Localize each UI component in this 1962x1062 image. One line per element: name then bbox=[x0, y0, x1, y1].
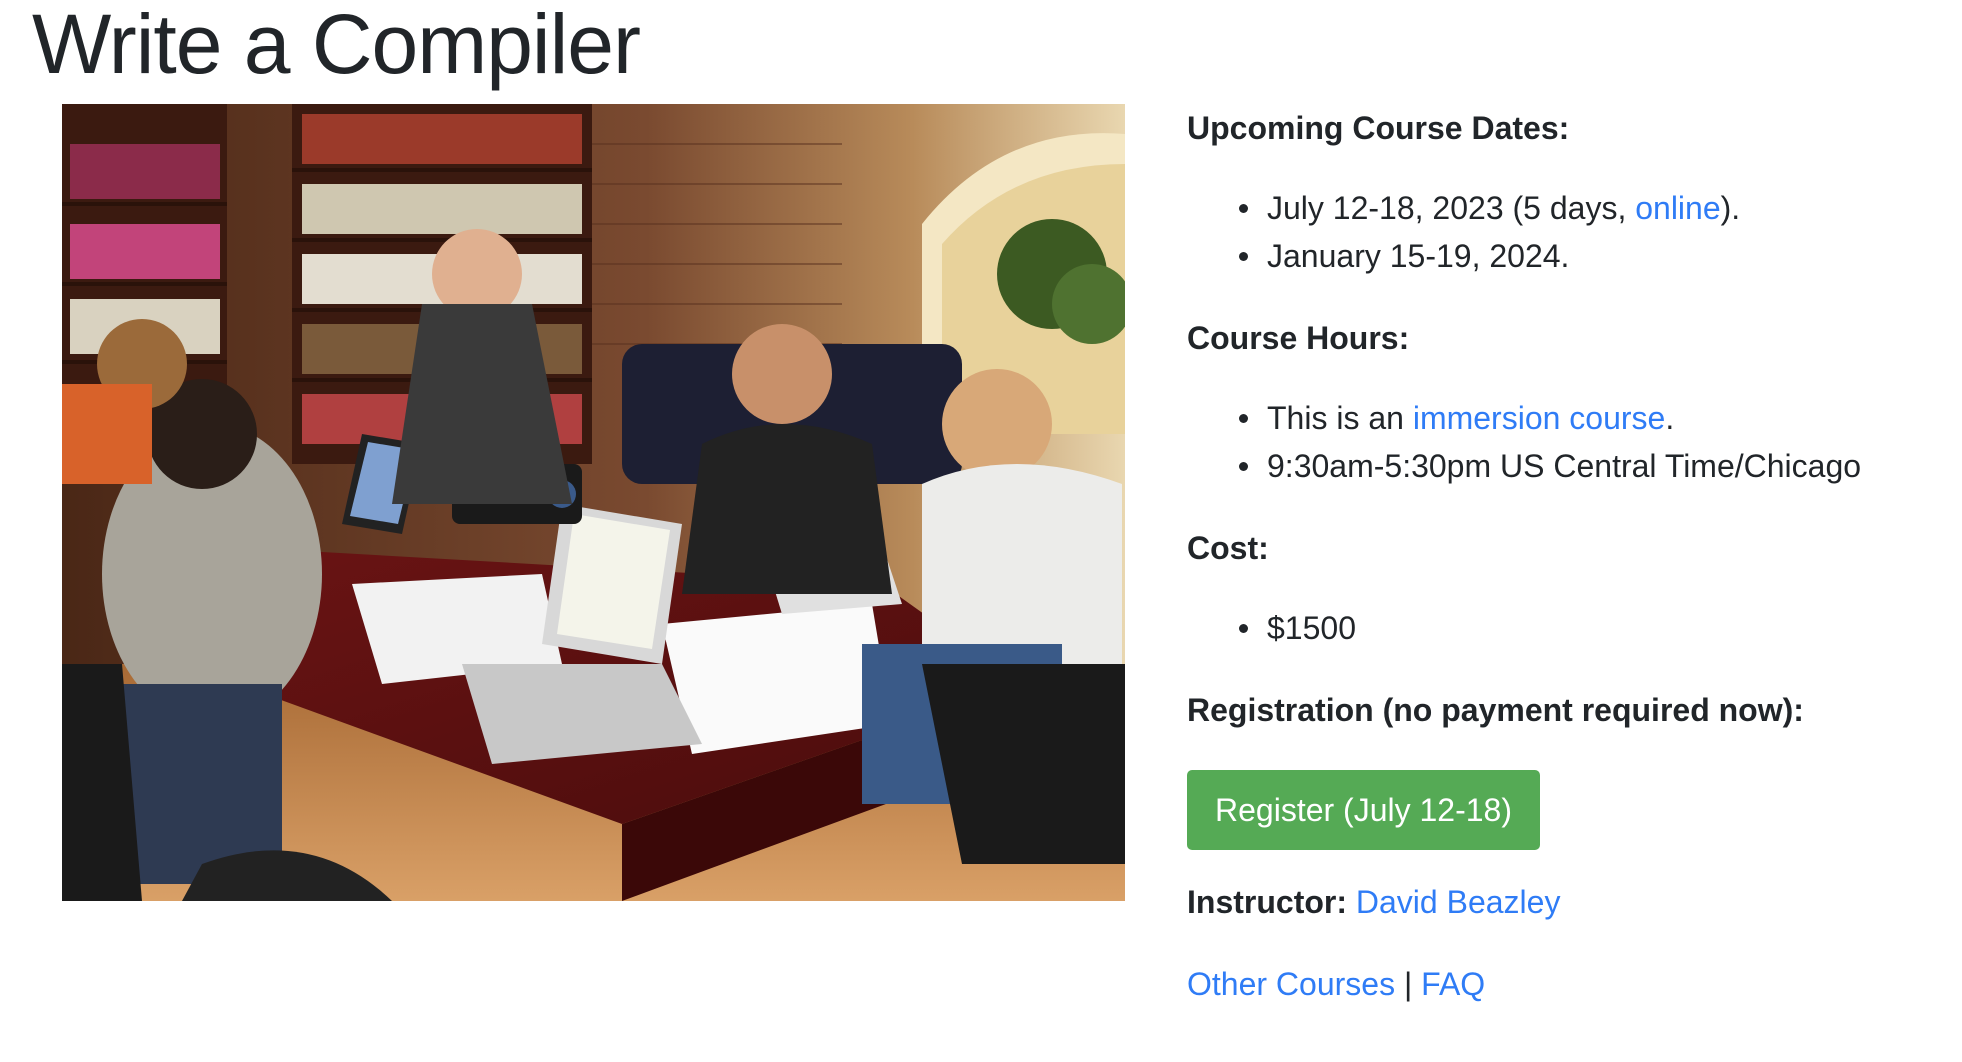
faq-link[interactable]: FAQ bbox=[1421, 966, 1485, 1002]
cost-list: $1500 bbox=[1187, 604, 1356, 652]
hours-text-after: . bbox=[1665, 400, 1675, 436]
list-item: $1500 bbox=[1239, 604, 1356, 652]
instructor-link[interactable]: David Beazley bbox=[1356, 884, 1561, 920]
immersion-course-link[interactable]: immersion course bbox=[1413, 400, 1666, 436]
register-button[interactable]: Register (July 12-18) bbox=[1187, 770, 1540, 850]
date-text: July 12-18, 2023 (5 days, bbox=[1267, 190, 1636, 226]
list-item: 9:30am-5:30pm US Central Time/Chicago bbox=[1238, 442, 1861, 490]
footer-links: Other Courses | FAQ bbox=[1187, 960, 1485, 1008]
cost-heading: Cost: bbox=[1187, 530, 1269, 566]
instructor-row: Instructor: David Beazley bbox=[1187, 878, 1560, 926]
dates-heading: Upcoming Course Dates: bbox=[1187, 110, 1570, 146]
other-courses-link[interactable]: Other Courses bbox=[1187, 966, 1395, 1002]
list-item: July 12-18, 2023 (5 days, online). bbox=[1238, 184, 1741, 232]
list-item: January 15-19, 2024. bbox=[1238, 232, 1740, 280]
date-text-after: ). bbox=[1720, 190, 1741, 226]
hours-text: This is an bbox=[1267, 400, 1413, 436]
instructor-label: Instructor: bbox=[1187, 884, 1347, 920]
list-item: This is an immersion course. bbox=[1238, 394, 1861, 442]
page-title: Write a Compiler bbox=[32, 0, 641, 91]
dates-list: July 12-18, 2023 (5 days, online). Janua… bbox=[1187, 184, 1740, 280]
course-page: Write a Compiler Upcoming Course Dates: … bbox=[0, 0, 1962, 1062]
registration-heading: Registration (no payment required now): bbox=[1187, 692, 1804, 728]
hours-heading: Course Hours: bbox=[1187, 320, 1410, 356]
link-separator: | bbox=[1403, 966, 1413, 1002]
classroom-photo bbox=[62, 104, 1125, 901]
online-link[interactable]: online bbox=[1635, 190, 1720, 226]
hours-list: This is an immersion course. 9:30am-5:30… bbox=[1187, 394, 1861, 490]
